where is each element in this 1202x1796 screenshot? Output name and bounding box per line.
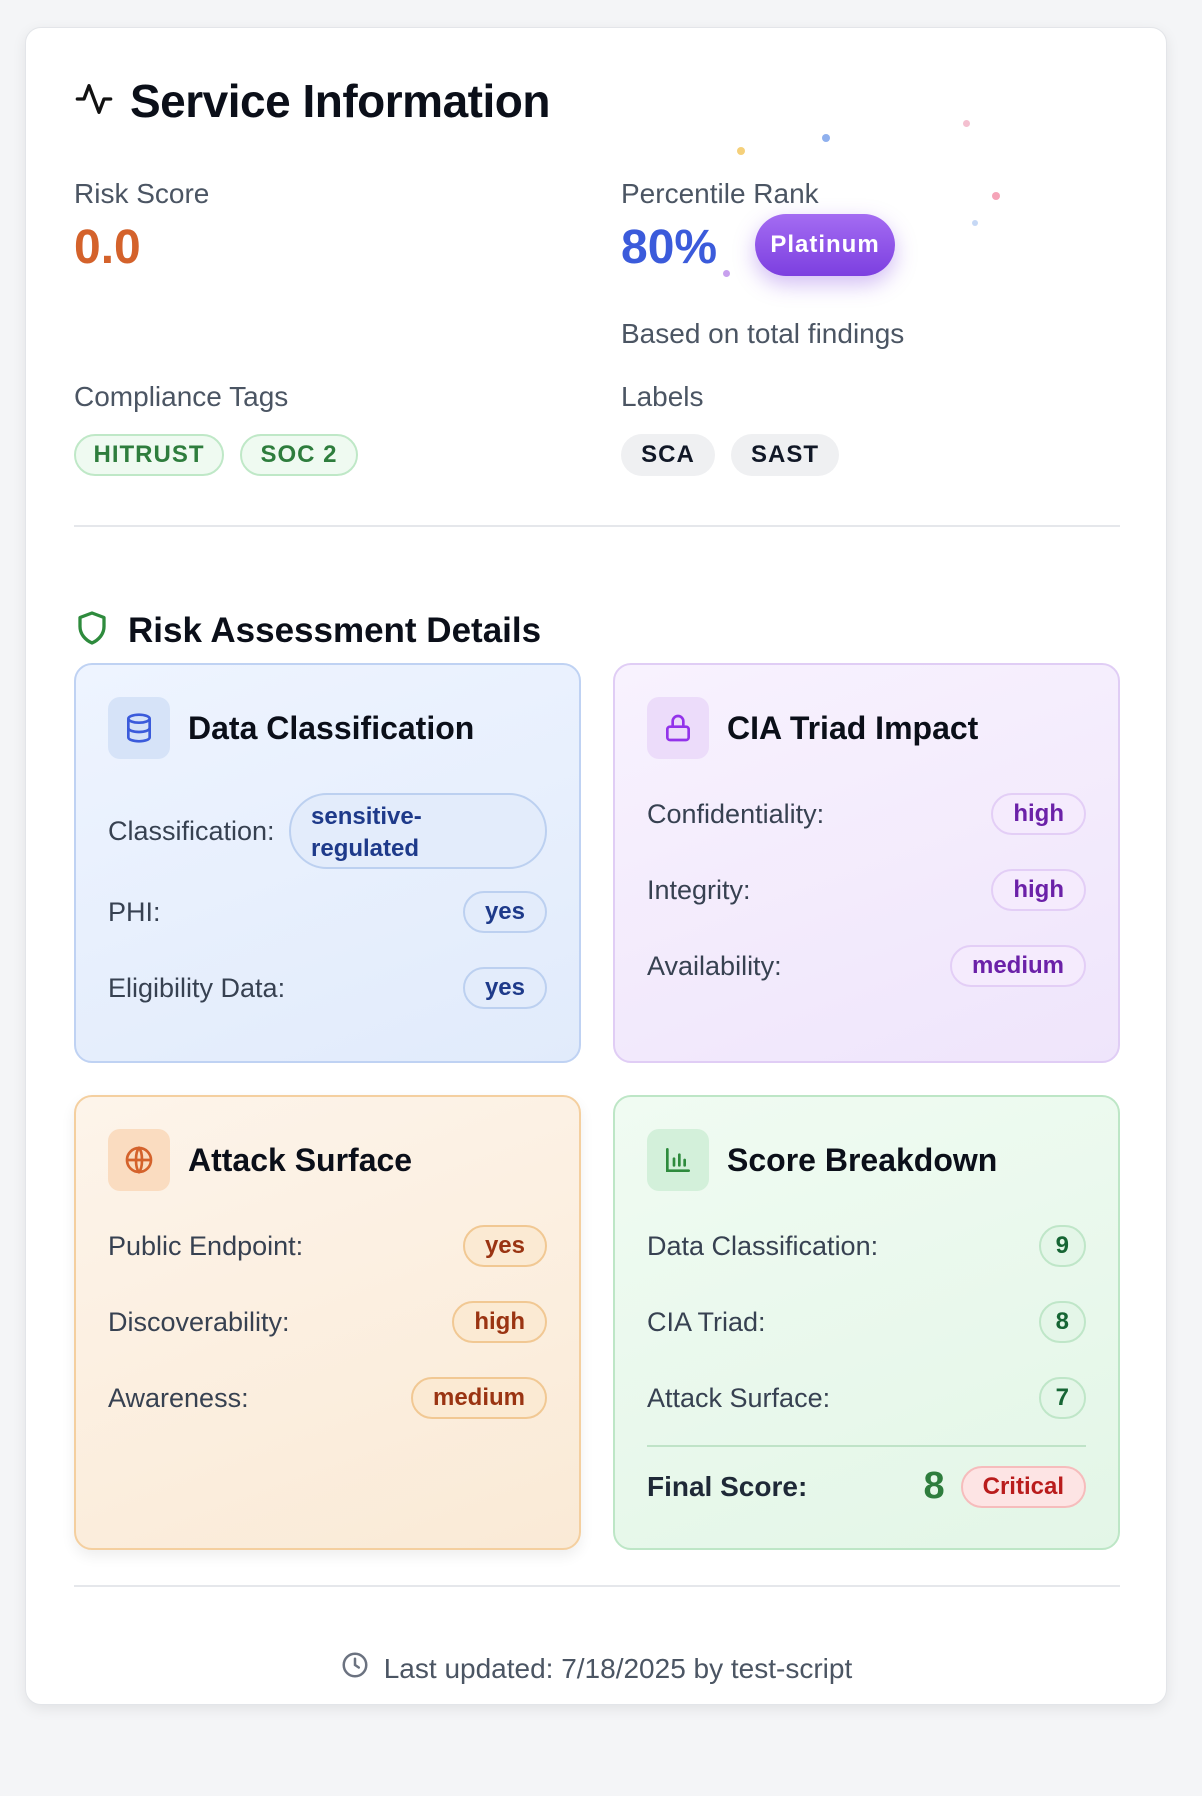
data-classification-panel: Data Classification Classification: sens… xyxy=(74,663,581,1063)
clock-icon xyxy=(340,1650,384,1687)
compliance-tag: HITRUST xyxy=(74,434,224,476)
panel-title: Data Classification xyxy=(188,709,475,746)
score-attack-surface-label: Attack Surface: xyxy=(647,1382,831,1413)
panel-title: Attack Surface xyxy=(188,1141,413,1178)
percentile-label: Percentile Rank xyxy=(621,178,819,209)
discoverability-badge: high xyxy=(452,1301,547,1343)
confidentiality-badge: high xyxy=(991,793,1086,835)
public-endpoint-label: Public Endpoint: xyxy=(108,1230,304,1261)
last-updated-text: Last updated: 7/18/2025 by test-script xyxy=(383,1652,853,1684)
tier-badge: Platinum xyxy=(755,214,895,276)
eligibility-label: Eligibility Data: xyxy=(108,972,286,1003)
risk-assessment-header: Risk Assessment Details xyxy=(74,608,541,653)
awareness-label: Awareness: xyxy=(108,1382,249,1413)
panel-title: CIA Triad Impact xyxy=(727,709,979,746)
bar-chart-icon xyxy=(647,1129,709,1191)
classification-badge: sensitive-regulated xyxy=(289,793,547,869)
confetti-dot xyxy=(737,147,745,155)
score-breakdown-panel: Score Breakdown Data Classification: 9 C… xyxy=(613,1095,1120,1550)
section-title: Risk Assessment Details xyxy=(128,610,542,650)
phi-badge: yes xyxy=(462,891,547,933)
labels-label: Labels xyxy=(621,381,704,412)
phi-label: PHI: xyxy=(108,896,161,927)
score-data-classification-badge: 9 xyxy=(1038,1225,1086,1267)
final-score-value: 8 xyxy=(923,1465,945,1507)
availability-badge: medium xyxy=(949,945,1086,987)
cia-triad-panel: CIA Triad Impact Confidentiality: high I… xyxy=(613,663,1120,1063)
database-icon xyxy=(108,697,170,759)
shield-icon xyxy=(74,608,110,653)
divider xyxy=(647,1445,1086,1447)
compliance-label: Compliance Tags xyxy=(74,381,289,412)
risk-score-value: 0.0 xyxy=(74,221,141,274)
percentile-value: 80% xyxy=(621,221,718,274)
score-cia-label: CIA Triad: xyxy=(647,1306,766,1337)
availability-label: Availability: xyxy=(647,950,782,981)
score-attack-surface-badge: 7 xyxy=(1038,1377,1086,1419)
severity-badge: Critical xyxy=(960,1465,1086,1508)
lock-icon xyxy=(647,697,709,759)
confetti-dot xyxy=(723,270,730,277)
attack-surface-panel: Attack Surface Public Endpoint: yes Disc… xyxy=(74,1095,581,1550)
divider xyxy=(74,525,1120,527)
activity-icon xyxy=(74,79,114,124)
label-tag: SAST xyxy=(731,434,839,476)
risk-score-label: Risk Score xyxy=(74,178,210,209)
score-cia-badge: 8 xyxy=(1038,1301,1086,1343)
card-header: Service Information xyxy=(74,74,550,128)
label-tag: SCA xyxy=(621,434,715,476)
confetti-dot xyxy=(822,134,830,142)
divider xyxy=(74,1585,1120,1587)
confetti-dot xyxy=(992,192,1000,200)
percentile-note: Based on total findings xyxy=(621,318,905,349)
classification-label: Classification: xyxy=(108,815,275,846)
final-score-label: Final Score: xyxy=(647,1470,808,1502)
confetti-dot xyxy=(963,120,970,127)
globe-icon xyxy=(108,1129,170,1191)
discoverability-label: Discoverability: xyxy=(108,1306,290,1337)
integrity-label: Integrity: xyxy=(647,874,751,905)
public-endpoint-badge: yes xyxy=(462,1225,547,1267)
integrity-badge: high xyxy=(991,869,1086,911)
page-title: Service Information xyxy=(130,75,550,127)
service-info-card: Service Information Risk Score 0.0 Perce… xyxy=(25,27,1167,1705)
confidentiality-label: Confidentiality: xyxy=(647,798,825,829)
eligibility-badge: yes xyxy=(462,967,547,1009)
last-updated: Last updated: 7/18/2025 by test-script xyxy=(26,1650,1166,1687)
compliance-tag: SOC 2 xyxy=(240,434,358,476)
panel-title: Score Breakdown xyxy=(727,1141,998,1178)
awareness-badge: medium xyxy=(410,1377,547,1419)
confetti-dot xyxy=(972,220,978,226)
score-data-classification-label: Data Classification: xyxy=(647,1230,879,1261)
